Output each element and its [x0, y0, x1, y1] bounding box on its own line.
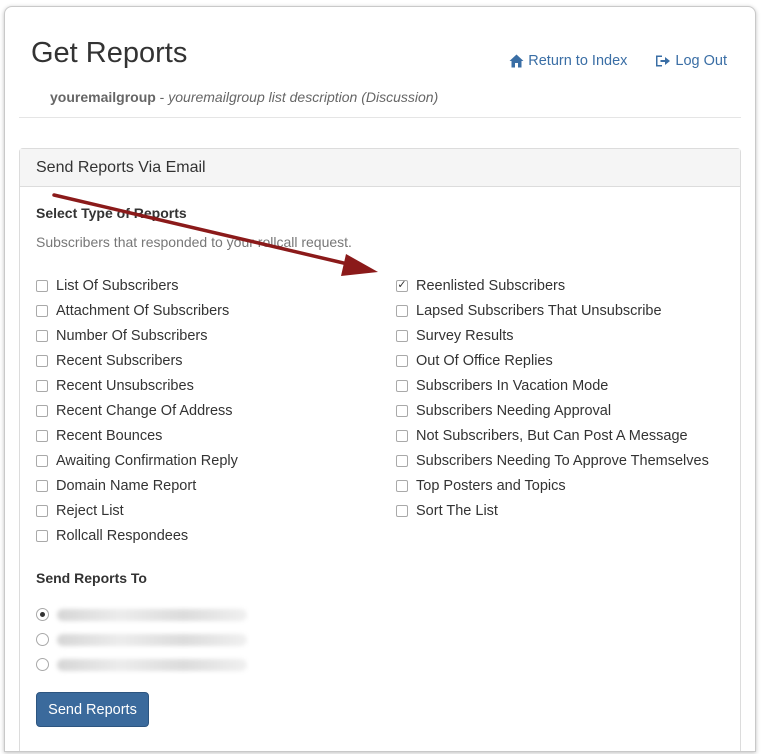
checkbox[interactable] — [396, 404, 408, 417]
send-reports-panel: Send Reports Via Email Select Type of Re… — [19, 148, 741, 751]
report-option-label: Recent Bounces — [56, 427, 163, 444]
header-divider — [19, 117, 741, 118]
panel-heading: Send Reports Via Email — [20, 149, 740, 187]
report-option[interactable]: Sort The List — [396, 498, 709, 523]
report-option-label: Survey Results — [416, 327, 514, 344]
report-option[interactable]: Subscribers Needing To Approve Themselve… — [396, 448, 709, 473]
checkbox[interactable] — [36, 529, 48, 542]
radio-selected[interactable] — [36, 608, 49, 621]
checkbox[interactable] — [396, 329, 408, 342]
recipient-option[interactable] — [36, 602, 247, 627]
logout-icon — [656, 55, 671, 67]
checkbox[interactable] — [396, 479, 408, 492]
return-to-index-link[interactable]: Return to Index — [509, 53, 627, 69]
report-option-label: Reenlisted Subscribers — [416, 277, 566, 294]
report-option[interactable]: Not Subscribers, But Can Post A Message — [396, 423, 709, 448]
report-option[interactable]: Recent Bounces — [36, 423, 238, 448]
report-option[interactable]: Attachment Of Subscribers — [36, 298, 238, 323]
report-option[interactable]: Awaiting Confirmation Reply — [36, 448, 238, 473]
recipient-option[interactable] — [36, 652, 247, 677]
report-option-label: Recent Change Of Address — [56, 402, 233, 419]
redacted-email — [57, 633, 247, 646]
recipient-options — [36, 602, 247, 677]
checkbox[interactable] — [36, 354, 48, 367]
help-text: Subscribers that responded to your rollc… — [36, 234, 352, 250]
report-option[interactable]: Rollcall Respondees — [36, 523, 238, 548]
select-type-label: Select Type of Reports — [36, 205, 187, 221]
header-links: Return to Index Log Out — [509, 53, 727, 69]
checkbox[interactable] — [396, 454, 408, 467]
log-out-link[interactable]: Log Out — [655, 53, 727, 69]
checkbox[interactable] — [396, 354, 408, 367]
report-options-right: ✓ Reenlisted Subscribers Lapsed Subscriber… — [396, 273, 709, 523]
return-to-index-label: Return to Index — [528, 53, 628, 69]
report-option-label: Awaiting Confirmation Reply — [56, 452, 238, 469]
report-option[interactable]: Lapsed Subscribers That Unsubscribe — [396, 298, 709, 323]
report-option-label: Sort The List — [416, 502, 498, 519]
checkbox[interactable] — [36, 504, 48, 517]
list-subtitle: youremailgroup - youremailgroup list des… — [50, 89, 438, 105]
checkbox[interactable] — [396, 304, 408, 317]
checkbox[interactable] — [396, 504, 408, 517]
report-option[interactable]: Recent Change Of Address — [36, 398, 238, 423]
report-option[interactable]: Domain Name Report — [36, 473, 238, 498]
report-option[interactable]: Out Of Office Replies — [396, 348, 709, 373]
report-option-label: Not Subscribers, But Can Post A Message — [416, 427, 688, 444]
report-option-label: Subscribers In Vacation Mode — [416, 377, 609, 394]
report-option-label: Recent Subscribers — [56, 352, 183, 369]
report-option[interactable]: Subscribers Needing Approval — [396, 398, 709, 423]
report-option-label: Reject List — [56, 502, 124, 519]
report-option[interactable]: Reject List — [36, 498, 238, 523]
checkbox[interactable] — [36, 279, 48, 292]
checkbox[interactable] — [36, 404, 48, 417]
report-option[interactable]: Recent Subscribers — [36, 348, 238, 373]
report-option-label: Lapsed Subscribers That Unsubscribe — [416, 302, 662, 319]
report-option[interactable]: List Of Subscribers — [36, 273, 238, 298]
report-option-label: Rollcall Respondees — [56, 527, 189, 544]
report-option[interactable]: Survey Results — [396, 323, 709, 348]
report-option-label: Subscribers Needing Approval — [416, 402, 612, 419]
report-option-label: Number Of Subscribers — [56, 327, 208, 344]
report-option[interactable]: Number Of Subscribers — [36, 323, 238, 348]
group-description: youremailgroup list description (Discuss… — [168, 89, 439, 105]
checkbox[interactable] — [36, 304, 48, 317]
checkbox[interactable] — [396, 379, 408, 392]
report-option-label: Domain Name Report — [56, 477, 197, 494]
checkbox[interactable] — [36, 379, 48, 392]
report-options-left: List Of Subscribers Attachment Of Subscri… — [36, 273, 238, 548]
report-option-label: Attachment Of Subscribers — [56, 302, 230, 319]
group-name: youremailgroup — [50, 89, 156, 105]
subtitle-separator: - — [155, 89, 169, 105]
report-option[interactable]: Recent Unsubscribes — [36, 373, 238, 398]
recipient-option[interactable] — [36, 627, 247, 652]
log-out-label: Log Out — [675, 53, 727, 69]
report-option[interactable]: ✓ Reenlisted Subscribers — [396, 273, 709, 298]
home-icon — [509, 54, 524, 68]
app-window: Get Reports youremailgroup - youremailgr… — [4, 6, 756, 752]
report-option[interactable]: Subscribers In Vacation Mode — [396, 373, 709, 398]
page-title: Get Reports — [31, 37, 188, 69]
report-option-label: Subscribers Needing To Approve Themselve… — [416, 452, 709, 469]
report-option-label: Top Posters and Topics — [416, 477, 566, 494]
report-option-label: Recent Unsubscribes — [56, 377, 194, 394]
checkbox[interactable] — [36, 329, 48, 342]
redacted-email — [57, 658, 247, 671]
send-to-label: Send Reports To — [36, 570, 147, 586]
checkbox-checked[interactable]: ✓ — [396, 279, 408, 292]
radio[interactable] — [36, 633, 49, 646]
report-option[interactable]: Top Posters and Topics — [396, 473, 709, 498]
radio[interactable] — [36, 658, 49, 671]
checkbox[interactable] — [36, 479, 48, 492]
report-option-label: Out Of Office Replies — [416, 352, 553, 369]
redacted-email — [57, 608, 247, 621]
send-reports-button[interactable]: Send Reports — [36, 692, 149, 727]
checkbox[interactable] — [396, 429, 408, 442]
report-option-label: List Of Subscribers — [56, 277, 179, 294]
checkbox[interactable] — [36, 429, 48, 442]
checkbox[interactable] — [36, 454, 48, 467]
